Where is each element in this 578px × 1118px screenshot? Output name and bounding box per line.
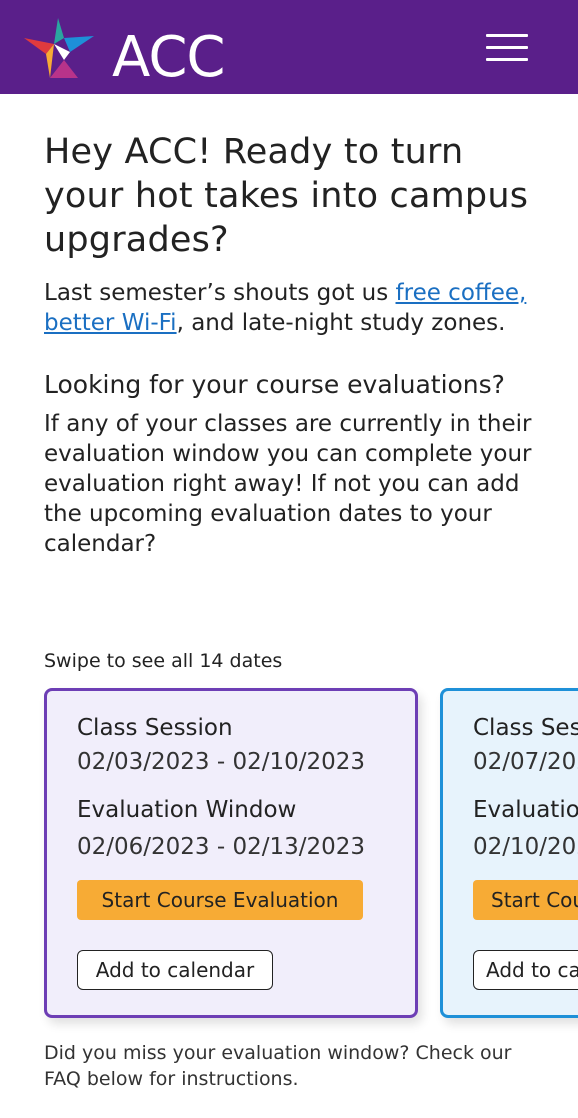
- add-to-calendar-button[interactable]: Add to calendar: [473, 950, 578, 990]
- class-session-label: Class Session: [77, 715, 233, 741]
- menu-bar-middle: [486, 46, 528, 49]
- add-to-calendar-button[interactable]: Add to calendar: [77, 950, 273, 990]
- main-content: Hey ACC! Ready to turn your hot takes in…: [44, 130, 554, 559]
- evaluation-window-label: Evaluation Window: [473, 797, 578, 823]
- intro-paragraph: Last semester’s shouts got us free coffe…: [44, 278, 554, 338]
- menu-bar-top: [486, 34, 528, 37]
- start-evaluation-button[interactable]: Start Course Evaluation: [77, 880, 363, 920]
- evaluation-window-dates: 02/06/2023 - 02/13/2023: [77, 834, 366, 860]
- evaluations-description: If any of your classes are currently in …: [44, 411, 532, 557]
- class-session-dates: 02/03/2023 - 02/10/2023: [77, 749, 366, 775]
- evaluation-window-label: Evaluation Window: [77, 797, 297, 823]
- class-session-dates: 02/07/2023: [473, 749, 578, 775]
- intro-text-before: Last semester’s shouts got us: [44, 280, 396, 306]
- menu-bar-bottom: [486, 58, 528, 61]
- hamburger-menu-icon[interactable]: [484, 30, 530, 66]
- evaluation-date-card: Class Session 02/03/2023 - 02/10/2023 Ev…: [44, 688, 418, 1018]
- swipe-hint: Swipe to see all 14 dates: [44, 650, 283, 672]
- evaluations-heading: Looking for your course evaluations?: [44, 370, 505, 399]
- intro-text-after: , and late-night study zones.: [176, 310, 506, 336]
- evaluation-window-dates: 02/10/2023: [473, 834, 578, 860]
- start-evaluation-button[interactable]: Start Course Evaluation: [473, 880, 578, 920]
- acc-logo[interactable]: ACC: [20, 14, 226, 86]
- page-headline: Hey ACC! Ready to turn your hot takes in…: [44, 132, 529, 260]
- class-session-label: Class Session: [473, 715, 578, 741]
- site-header: ACC: [0, 0, 578, 94]
- evaluation-date-card: Class Session 02/07/2023 Evaluation Wind…: [440, 688, 578, 1018]
- logo-text: ACC: [112, 25, 226, 90]
- star-logo-icon: [24, 18, 94, 78]
- missed-window-note: Did you miss your evaluation window? Che…: [44, 1042, 512, 1090]
